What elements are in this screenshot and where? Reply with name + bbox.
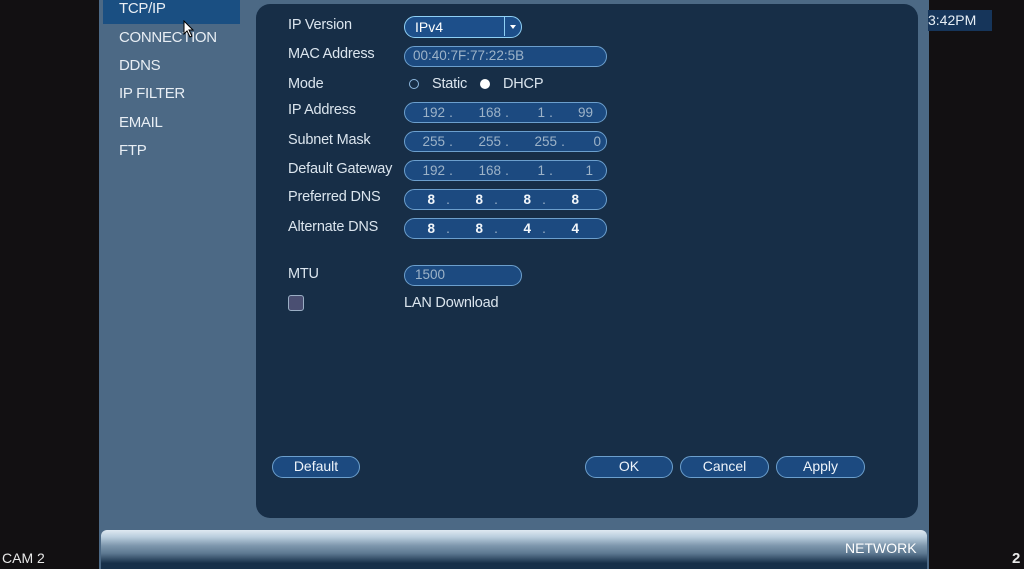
octet: 168	[478, 105, 501, 120]
octet: 1	[537, 105, 545, 120]
octet: 255	[478, 134, 501, 149]
octet: 1	[585, 163, 593, 178]
mac-address-field: 00:40:7F:77:22:5B	[404, 46, 607, 67]
default-gateway-field: 192. 168. 1. 1	[404, 160, 607, 181]
clock: 3:42PM	[928, 10, 992, 31]
ip-address-label: IP Address	[288, 102, 356, 118]
mac-address-label: MAC Address	[288, 46, 375, 62]
static-label: Static	[432, 76, 468, 92]
chevron-down-icon[interactable]	[504, 17, 521, 36]
octet: 255	[534, 134, 557, 149]
subnet-mask-field: 255. 255. 255. 0	[404, 131, 607, 152]
camera-label: CAM 2	[2, 550, 45, 566]
octet: 1	[537, 163, 545, 178]
octet[interactable]: 8	[461, 192, 483, 207]
octet[interactable]: 4	[509, 221, 531, 236]
preferred-dns-label: Preferred DNS	[288, 189, 381, 205]
octet[interactable]: 8	[405, 221, 435, 236]
sidebar-item-email[interactable]: EMAIL	[119, 114, 163, 131]
channel-number: 2	[1012, 550, 1021, 567]
mtu-field[interactable]: 1500	[404, 265, 522, 286]
bottom-bar	[101, 530, 927, 569]
octet: 192	[422, 163, 445, 178]
sidebar-item-ip-filter[interactable]: IP FILTER	[119, 85, 185, 102]
static-radio[interactable]	[409, 79, 419, 89]
apply-button[interactable]: Apply	[776, 456, 865, 478]
alternate-dns-label: Alternate DNS	[288, 219, 379, 235]
octet[interactable]: 8	[557, 192, 579, 207]
octet: 168	[478, 163, 501, 178]
octet: 0	[593, 134, 601, 149]
octet: 99	[577, 105, 593, 120]
sidebar-item-connection[interactable]: CONNECTION	[119, 29, 217, 46]
ip-version-value: IPv4	[415, 19, 444, 35]
alternate-dns-field[interactable]: 8. 8. 4. 4	[404, 218, 607, 239]
mtu-label: MTU	[288, 266, 319, 282]
lan-download-label: LAN Download	[404, 295, 499, 311]
default-gateway-label: Default Gateway	[288, 161, 393, 177]
lan-download-checkbox[interactable]	[288, 295, 304, 311]
octet[interactable]: 8	[405, 192, 435, 207]
octet[interactable]: 8	[509, 192, 531, 207]
ip-version-select[interactable]: IPv4	[404, 16, 522, 38]
default-button[interactable]: Default	[272, 456, 360, 478]
sidebar-item-ftp[interactable]: FTP	[119, 142, 147, 159]
subnet-mask-label: Subnet Mask	[288, 132, 371, 148]
octet: 192	[422, 105, 445, 120]
octet[interactable]: 4	[557, 221, 579, 236]
dhcp-radio[interactable]	[480, 79, 490, 89]
sidebar-item-ddns[interactable]: DDNS	[119, 57, 161, 74]
tcpip-panel	[256, 4, 918, 518]
mouse-cursor-icon	[183, 20, 195, 38]
section-title: NETWORK	[845, 540, 917, 556]
cancel-button[interactable]: Cancel	[680, 456, 769, 478]
octet[interactable]: 8	[461, 221, 483, 236]
ok-button[interactable]: OK	[585, 456, 673, 478]
preferred-dns-field[interactable]: 8. 8. 8. 8	[404, 189, 607, 210]
ip-version-label: IP Version	[288, 17, 352, 33]
sidebar-item-tcpip[interactable]: TCP/IP	[119, 0, 166, 17]
ip-address-field: 192. 168. 1. 99	[404, 102, 607, 123]
mode-label: Mode	[288, 76, 324, 92]
octet: 255	[422, 134, 445, 149]
dhcp-label: DHCP	[503, 76, 544, 92]
